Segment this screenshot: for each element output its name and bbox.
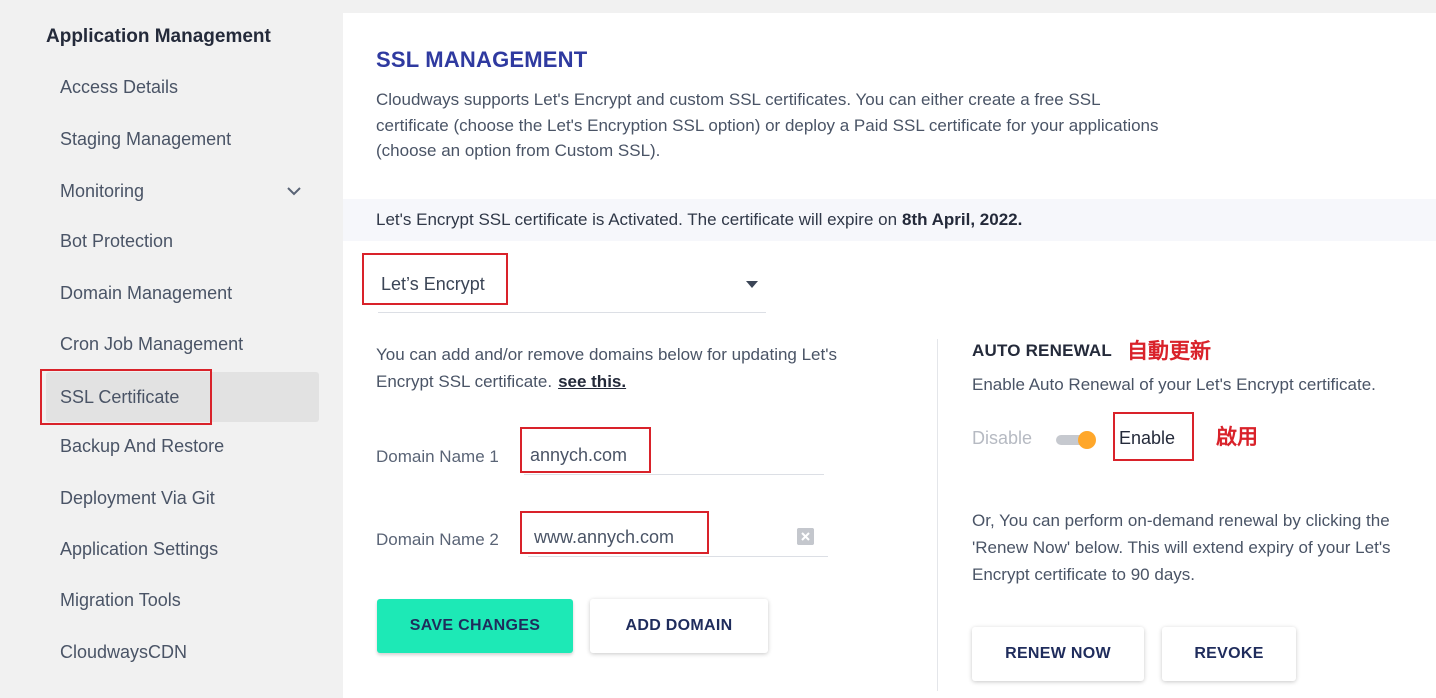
sidebar-item-migration-tools[interactable]: Migration Tools xyxy=(46,575,319,625)
sidebar-item-application-settings[interactable]: Application Settings xyxy=(46,524,319,574)
domain2-input[interactable] xyxy=(528,519,828,557)
sidebar-item-label: CloudwaysCDN xyxy=(60,641,188,662)
add-domain-button[interactable]: ADD DOMAIN xyxy=(590,599,768,653)
domain1-input[interactable] xyxy=(524,437,824,475)
see-this-link[interactable]: see this. xyxy=(558,372,626,391)
sidebar-item-label: SSL Certificate xyxy=(60,386,180,407)
ssl-type-select[interactable]: Let’s Encrypt xyxy=(378,263,766,313)
sidebar-item-bot-protection[interactable]: Bot Protection xyxy=(46,216,319,266)
section-divider xyxy=(937,339,938,691)
revoke-button[interactable]: REVOKE xyxy=(1162,627,1296,681)
page-description: Cloudways supports Let's Encrypt and cus… xyxy=(376,90,1159,160)
manual-renewal-description: Or, You can perform on-demand renewal by… xyxy=(972,511,1391,584)
sidebar-item-cron-job-management[interactable]: Cron Job Management xyxy=(46,319,319,369)
auto-renewal-toggle[interactable] xyxy=(1056,431,1096,449)
sidebar-item-label: Staging Management xyxy=(60,128,232,149)
toggle-disable-label: Disable xyxy=(972,428,1033,448)
ssl-management-panel: SSL MANAGEMENT Cloudways supports Let's … xyxy=(343,13,1436,698)
sidebar-item-cloudwayscdn[interactable]: CloudwaysCDN xyxy=(46,627,319,677)
save-changes-button[interactable]: SAVE CHANGES xyxy=(377,599,573,653)
auto-renewal-description: Enable Auto Renewal of your Let's Encryp… xyxy=(972,375,1376,394)
sidebar-item-label: Backup And Restore xyxy=(60,435,225,456)
domain1-label: Domain Name 1 xyxy=(376,447,499,466)
renew-now-button[interactable]: RENEW NOW xyxy=(972,627,1144,681)
sidebar-item-backup-and-restore[interactable]: Backup And Restore xyxy=(46,421,319,471)
sidebar: Application Management Access Details St… xyxy=(0,0,330,698)
enable-annotation: 啟用 xyxy=(1216,426,1258,449)
toggle-enable-label: Enable xyxy=(1119,428,1176,448)
sidebar-item-label: Monitoring xyxy=(60,180,145,201)
sidebar-item-label: Domain Management xyxy=(60,282,233,303)
sidebar-item-label: Application Settings xyxy=(60,538,219,559)
sidebar-item-ssl-certificate[interactable]: SSL Certificate xyxy=(46,372,319,422)
page-title: SSL MANAGEMENT xyxy=(376,47,588,72)
status-text: Let's Encrypt SSL certificate is Activat… xyxy=(376,210,898,229)
sidebar-item-label: Access Details xyxy=(60,76,179,97)
chevron-down-icon[interactable] xyxy=(285,182,303,200)
sidebar-item-access-details[interactable]: Access Details xyxy=(46,62,319,112)
sidebar-item-label: Deployment Via Git xyxy=(60,487,215,508)
sidebar-item-label: Bot Protection xyxy=(60,230,174,251)
auto-renewal-title: AUTO RENEWAL xyxy=(972,341,1112,360)
auto-renewal-annotation: 自動更新 xyxy=(1127,340,1211,363)
sidebar-item-staging-management[interactable]: Staging Management xyxy=(46,114,319,164)
status-expiry-date: 8th April, 2022. xyxy=(902,210,1023,229)
clear-icon[interactable] xyxy=(797,528,814,545)
domains-info: You can add and/or remove domains below … xyxy=(376,341,896,395)
sidebar-item-label: Cron Job Management xyxy=(60,333,244,354)
sidebar-title: Application Management xyxy=(46,26,271,47)
domain2-label: Domain Name 2 xyxy=(376,530,499,549)
sidebar-item-deployment-via-git[interactable]: Deployment Via Git xyxy=(46,473,319,523)
ssl-type-selected: Let’s Encrypt xyxy=(381,274,485,294)
sidebar-item-label: Migration Tools xyxy=(60,589,181,610)
certificate-status-bar: Let's Encrypt SSL certificate is Activat… xyxy=(343,199,1436,241)
dropdown-arrow-icon xyxy=(746,281,758,288)
toggle-knob xyxy=(1078,431,1096,449)
sidebar-item-domain-management[interactable]: Domain Management xyxy=(46,268,319,318)
sidebar-item-monitoring[interactable]: Monitoring xyxy=(46,166,319,216)
